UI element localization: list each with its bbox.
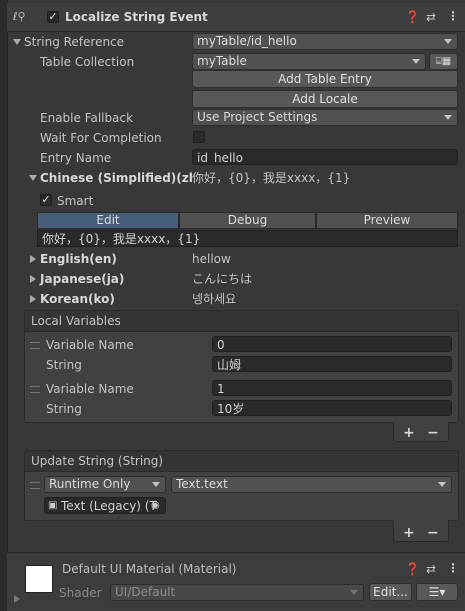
chevron-down-icon (444, 115, 452, 120)
add-listener-button[interactable]: + (403, 525, 415, 541)
function-value: Text.text (176, 477, 228, 491)
string-reference-label: String Reference (24, 35, 125, 49)
table-icon: ⌸▦ (435, 56, 452, 67)
drag-handle-icon[interactable] (30, 342, 40, 349)
string-reference-foldout-icon[interactable] (13, 39, 21, 45)
tab-edit[interactable]: Edit (37, 212, 179, 229)
string-reference-value: myTable/id_hello (197, 34, 297, 48)
function-dropdown[interactable]: Text.text (171, 476, 452, 493)
add-variable-button[interactable]: + (403, 425, 415, 441)
table-collection-value: myTable (197, 54, 247, 68)
local-variables-footer (393, 422, 449, 442)
local-variables-title: Local Variables (31, 314, 121, 328)
preset-icon[interactable]: ⇄ (426, 562, 436, 576)
runtime-mode-value: Runtime Only (49, 477, 131, 491)
shader-label: Shader (59, 586, 102, 600)
update-string-footer (393, 520, 449, 542)
english-locale-value: hellow (192, 252, 231, 266)
wait-for-completion-label: Wait For Completion (40, 131, 162, 145)
shader-value: UI/Default (115, 585, 176, 599)
korean-locale-value: 넹하세요 (192, 292, 237, 306)
help-icon[interactable]: ❓ (405, 562, 420, 576)
help-icon[interactable]: ❓ (405, 10, 420, 24)
chevron-down-icon (438, 482, 446, 487)
japanese-locale-label: Japanese(ja) (40, 272, 125, 286)
target-object-field[interactable]: Text (Legacy) (T (44, 497, 166, 514)
entry-name-input[interactable]: id_hello (192, 149, 458, 165)
shader-options-button[interactable]: ☰▾ (416, 583, 458, 601)
chevron-down-icon (350, 590, 358, 595)
smart-label: Smart (57, 194, 94, 208)
left-gutter (0, 0, 8, 611)
component-enabled-checkbox[interactable]: ✓ (47, 11, 59, 23)
checkmark-icon: ✓ (48, 10, 58, 23)
script-icon: ℓ⚲ (13, 10, 26, 23)
preset-icon[interactable]: ⇄ (426, 10, 436, 24)
table-window-button[interactable]: ⌸▦ (429, 53, 458, 70)
chinese-locale-label: Chinese (Simplified)(zl (40, 171, 193, 185)
chinese-foldout-icon[interactable] (29, 175, 37, 181)
checkmark-icon: ✓ (41, 193, 51, 206)
shader-dropdown[interactable]: UI/Default (110, 584, 364, 601)
chinese-locale-preview: 你好，{0}，我是xxxx，{1} (192, 171, 351, 185)
variable-value-input[interactable]: 10岁 (212, 400, 452, 416)
variable-name-input[interactable]: 0 (212, 336, 452, 352)
table-collection-label: Table Collection (40, 55, 135, 69)
chevron-down-icon (412, 59, 420, 64)
chevron-down-icon (152, 482, 160, 487)
chevron-down-icon (444, 39, 452, 44)
variable-type-label: String (46, 358, 82, 372)
target-object-value: Text (Legacy) (T (61, 499, 157, 513)
list-icon: ☰▾ (428, 585, 446, 599)
english-locale-label: English(en) (40, 252, 117, 266)
material-preview-swatch (25, 565, 53, 593)
text-component-icon: ▣ (48, 500, 58, 511)
enable-fallback-dropdown[interactable]: Use Project Settings (192, 109, 458, 126)
object-picker-icon[interactable]: ◉ (151, 498, 160, 514)
remove-variable-button[interactable]: − (427, 425, 439, 441)
japanese-foldout-icon[interactable] (30, 275, 36, 283)
variable-type-label: String (46, 402, 82, 416)
remove-listener-button[interactable]: − (427, 525, 439, 541)
enable-fallback-value: Use Project Settings (197, 110, 318, 124)
table-collection-dropdown[interactable]: myTable (192, 53, 426, 70)
english-foldout-icon[interactable] (30, 255, 36, 263)
enable-fallback-label: Enable Fallback (40, 111, 134, 125)
tab-preview[interactable]: Preview (316, 212, 458, 229)
string-reference-dropdown[interactable]: myTable/id_hello (192, 33, 458, 50)
smart-checkbox[interactable]: ✓ (40, 194, 52, 206)
material-foldout-icon[interactable] (14, 595, 20, 603)
korean-foldout-icon[interactable] (30, 295, 36, 303)
japanese-locale-value: こんにちは (192, 272, 253, 286)
variable-name-input[interactable]: 1 (212, 380, 452, 396)
variable-name-label: Variable Name (46, 382, 134, 396)
menu-icon[interactable]: ⋮ (447, 9, 459, 23)
drag-handle-icon[interactable] (30, 386, 40, 393)
update-string-title: Update String (String) (31, 454, 164, 468)
tab-debug[interactable]: Debug (179, 212, 316, 229)
runtime-mode-dropdown[interactable]: Runtime Only (44, 476, 166, 493)
edit-shader-button[interactable]: Edit... (369, 583, 412, 601)
menu-icon[interactable]: ⋮ (447, 561, 459, 575)
entry-name-label: Entry Name (40, 151, 112, 165)
add-locale-button[interactable]: Add Locale (192, 90, 458, 108)
add-table-entry-button[interactable]: Add Table Entry (192, 70, 458, 88)
variable-name-label: Variable Name (46, 338, 134, 352)
material-title: Default UI Material (Material) (62, 562, 237, 576)
korean-locale-label: Korean(ko) (40, 292, 115, 306)
variable-value-input[interactable]: 山姆 (212, 356, 452, 372)
component-title: Localize String Event (65, 10, 208, 24)
chinese-value-textarea[interactable]: 你好，{0}，我是xxxx，{1} (37, 230, 458, 247)
wait-for-completion-checkbox[interactable] (193, 131, 205, 143)
drag-handle-icon[interactable] (30, 482, 40, 489)
